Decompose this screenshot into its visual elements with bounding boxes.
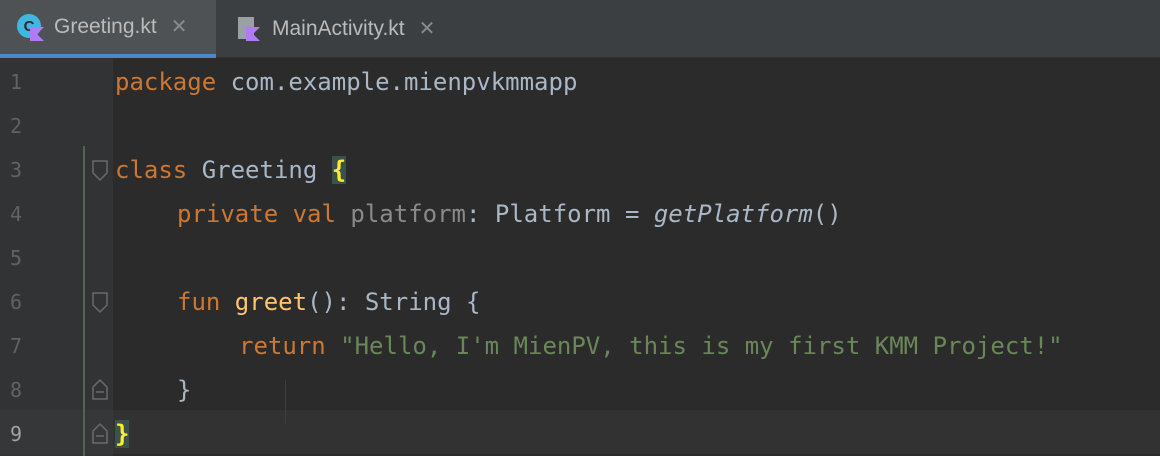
code-line-3: class Greeting { [115, 148, 347, 192]
fold-close-icon[interactable] [91, 378, 109, 400]
fold-close-icon[interactable] [91, 422, 109, 444]
class-name: Greeting [187, 156, 332, 184]
changed-lines-marker [83, 146, 85, 456]
code-editor: C Greeting.kt ✕ MainActivity.kt ✕ 1 2 3 … [0, 0, 1160, 456]
code-line-8: } [177, 368, 191, 412]
keyword-return: return [239, 332, 326, 360]
function-signature: (): String { [307, 288, 481, 316]
indent-guide [285, 380, 286, 424]
tab-mainactivity-kt[interactable]: MainActivity.kt ✕ [218, 0, 458, 58]
current-line-highlight [113, 410, 1160, 454]
property-name: platform [335, 200, 466, 228]
code-line-7: return "Hello, I'm MienPV, this is my fi… [239, 324, 1063, 368]
code-line-4: private val platform: Platform = getPlat… [177, 192, 842, 236]
closing-brace: } [177, 376, 192, 404]
line-number: 4 [10, 202, 23, 226]
tab-greeting-kt[interactable]: C Greeting.kt ✕ [0, 0, 216, 58]
close-icon[interactable]: ✕ [171, 17, 188, 37]
keyword-fun: fun [177, 288, 221, 316]
code-area[interactable]: package com.example.mienpvkmmapp class G… [113, 58, 1160, 456]
tab-label: MainActivity.kt [272, 17, 405, 40]
fold-open-icon[interactable] [91, 160, 109, 182]
editor-tab-bar: C Greeting.kt ✕ MainActivity.kt ✕ [0, 0, 1160, 58]
line-number: 3 [10, 158, 23, 182]
kotlin-file-icon [234, 15, 262, 43]
line-number: 8 [10, 378, 23, 402]
line-number: 1 [10, 70, 23, 94]
kotlin-class-icon: C [16, 13, 44, 41]
tab-label: Greeting.kt [54, 15, 157, 38]
line-number: 2 [10, 114, 23, 138]
code-line-6: fun greet(): String { [177, 280, 480, 324]
keyword-package: package [115, 68, 217, 96]
close-icon[interactable]: ✕ [419, 19, 436, 39]
code-line-9: } [115, 412, 130, 456]
fold-open-icon[interactable] [91, 292, 109, 314]
code-line-1: package com.example.mienpvkmmapp [115, 60, 577, 104]
line-number-current: 9 [10, 422, 23, 446]
keyword-class: class [115, 156, 188, 184]
string-literal: "Hello, I'm MienPV, this is my first KMM… [325, 332, 1063, 360]
matched-brace: { [331, 156, 347, 184]
function-call: getPlatform [653, 200, 813, 228]
line-number: 6 [10, 290, 23, 314]
function-name: greet [220, 288, 308, 316]
keyword-private-val: private val [177, 200, 336, 228]
line-number: 5 [10, 246, 23, 270]
matched-brace: } [115, 420, 130, 448]
line-number: 7 [10, 334, 23, 358]
property-type: : Platform = [466, 200, 654, 228]
package-name: com.example.mienpvkmmapp [216, 68, 578, 96]
call-parens: () [812, 200, 842, 228]
